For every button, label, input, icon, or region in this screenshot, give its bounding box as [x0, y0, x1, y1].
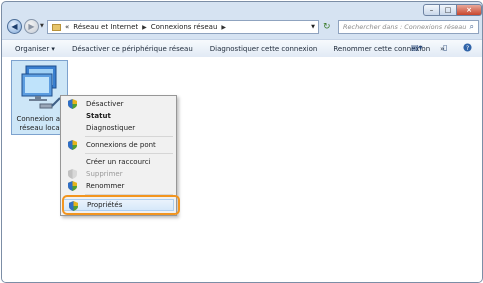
breadcrumb-prefix[interactable]: « — [65, 23, 69, 31]
command-bar: Organiser ▾ Désactiver ce périphérique r… — [2, 39, 482, 58]
organize-button[interactable]: Organiser ▾ — [15, 45, 55, 53]
window-controls: – □ × — [423, 4, 482, 16]
view-options-icon[interactable]: ▤▾ — [411, 43, 423, 52]
close-button[interactable]: × — [457, 4, 482, 16]
diagnose-connection-button[interactable]: Diagnostiquer cette connexion — [210, 45, 318, 53]
back-arrow-icon: ◀ — [11, 22, 18, 31]
forward-button[interactable]: ▶ — [24, 19, 39, 34]
help-icon[interactable]: ? — [463, 43, 472, 54]
breadcrumb-reseau-internet[interactable]: Réseau et Internet — [73, 23, 138, 31]
uac-shield-icon — [68, 140, 77, 152]
address-dropdown-icon[interactable]: ▼ — [311, 24, 315, 30]
breadcrumb-connexions-reseau[interactable]: Connexions réseau — [151, 23, 218, 31]
preview-pane-icon[interactable]: ▯ — [443, 43, 447, 52]
folder-icon — [52, 23, 61, 31]
navigation-bar: ◀ ▶ ▼ « Réseau et Internet ▶ Connexions … — [2, 17, 482, 37]
menu-item-statut[interactable]: Statut — [61, 110, 176, 122]
menu-separator — [85, 153, 173, 154]
chevron-right-icon[interactable]: ▶ — [221, 24, 226, 31]
address-bar[interactable]: « Réseau et Internet ▶ Connexions réseau… — [47, 20, 319, 34]
recent-pages-dropdown-icon[interactable]: ▼ — [40, 23, 44, 29]
uac-shield-icon — [68, 181, 77, 193]
chevron-right-icon[interactable]: ▶ — [142, 24, 147, 31]
svg-text:?: ? — [466, 45, 469, 52]
menu-item-supprimer: Supprimer — [61, 168, 176, 180]
menu-separator — [85, 136, 173, 137]
disable-device-button[interactable]: Désactiver ce périphérique réseau — [72, 45, 193, 53]
maximize-button[interactable]: □ — [440, 4, 457, 16]
refresh-icon[interactable]: ↻ — [323, 22, 331, 32]
forward-arrow-icon: ▶ — [28, 22, 35, 31]
highlight-ring — [62, 195, 180, 215]
back-button[interactable]: ◀ — [7, 19, 22, 34]
menu-item-desactiver[interactable]: Désactiver — [61, 98, 176, 110]
menu-item-diagnostiquer[interactable]: Diagnostiquer — [61, 122, 176, 134]
menu-item-connexions-de-pont[interactable]: Connexions de pont — [61, 139, 176, 151]
search-icon[interactable]: ⌕ — [470, 22, 474, 32]
search-box[interactable]: Rechercher dans : Connexions réseau ⌕ — [338, 20, 479, 34]
minimize-button[interactable]: – — [423, 4, 440, 16]
menu-item-creer-raccourci[interactable]: Créer un raccourci — [61, 156, 176, 168]
network-adapter-icon — [21, 65, 61, 109]
search-input[interactable]: Rechercher dans : Connexions réseau — [343, 23, 466, 31]
menu-item-renommer[interactable]: Renommer — [61, 180, 176, 192]
